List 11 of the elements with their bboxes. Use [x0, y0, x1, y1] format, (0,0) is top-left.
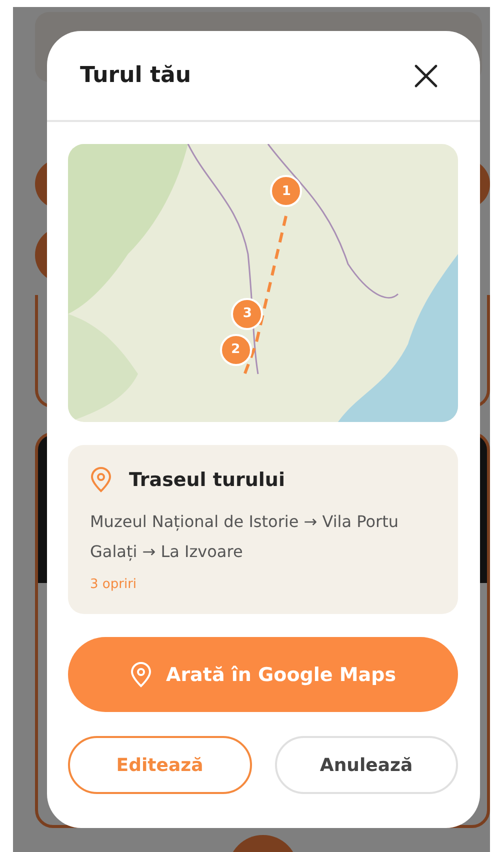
- edit-button[interactable]: Editează: [68, 736, 252, 794]
- dialog-title: Turul tău: [80, 63, 191, 88]
- route-stops: Muzeul Național de Istorie → Vila Portu Galați → La Izvoare: [90, 511, 400, 563]
- close-icon: [414, 64, 438, 88]
- route-title: Traseul turului: [129, 469, 285, 491]
- google-maps-button[interactable]: Arată în Google Maps: [68, 637, 458, 712]
- location-pin-icon: [90, 467, 112, 493]
- cancel-button[interactable]: Anulează: [274, 736, 458, 794]
- location-pin-icon: [130, 662, 152, 688]
- close-button[interactable]: [414, 64, 438, 88]
- stop-count: 3 opriri: [90, 577, 138, 592]
